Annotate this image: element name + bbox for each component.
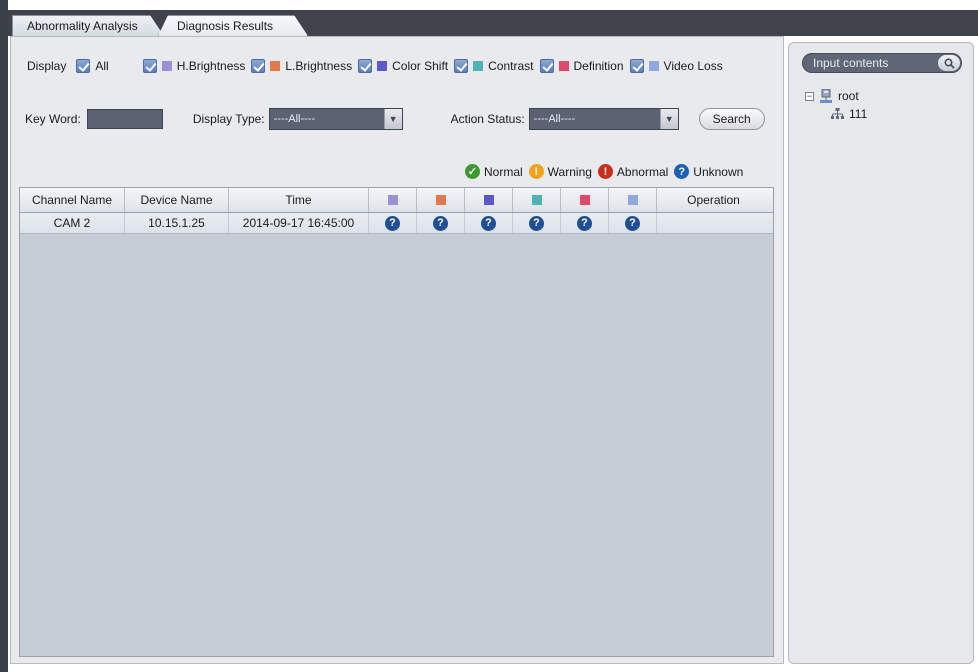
results-table: Channel Name Device Name Time Operation … (19, 187, 774, 657)
action-status-value: ----All---- (533, 113, 576, 125)
search-button[interactable]: Search (698, 108, 765, 130)
header-time[interactable]: Time (229, 188, 369, 212)
all-checkbox[interactable] (76, 59, 91, 73)
action-status-label: Action Status: (450, 112, 525, 126)
display-type-select[interactable]: ----All---- ▼ (268, 108, 403, 130)
contrast-swatch (473, 61, 484, 71)
cell-device-name: 10.15.1.25 (125, 213, 229, 233)
question-circle-icon: ? (577, 215, 592, 231)
question-circle-icon: ? (625, 215, 640, 231)
cell-color-shift: ? (465, 213, 513, 233)
question-circle-icon: ? (529, 215, 544, 231)
tree-node-root[interactable]: − root (805, 89, 859, 103)
check-circle-icon: ✓ (465, 164, 480, 179)
main-panel: Display All H.Brightness L.Brightness Co… (10, 36, 784, 664)
tree-search-input[interactable]: Input contents (802, 53, 962, 73)
cell-operation[interactable] (657, 213, 770, 233)
status-legend: ✓ Normal ! Warning ! Abnormal ? Unknown (465, 164, 743, 179)
action-status-select[interactable]: ----All---- ▼ (528, 108, 679, 130)
header-video-loss[interactable] (609, 188, 657, 212)
question-circle-icon: ? (385, 215, 400, 231)
abnormal-circle-icon: ! (597, 164, 613, 179)
h-brightness-checkbox[interactable] (142, 59, 157, 73)
window-left-border (0, 0, 8, 672)
l-brightness-swatch (270, 61, 281, 71)
cell-definition: ? (561, 213, 609, 233)
display-filter-row: Display All H.Brightness L.Brightness Co… (27, 59, 729, 73)
definition-swatch (558, 61, 569, 71)
color-shift-swatch (377, 61, 388, 71)
cell-time: 2014-09-17 16:45:00 (229, 213, 369, 233)
keyword-input[interactable] (86, 109, 163, 129)
collapse-icon[interactable]: − (805, 91, 814, 101)
l-brightness-label: L.Brightness (285, 59, 353, 73)
cell-h-brightness: ? (369, 213, 417, 233)
display-type-value: ----All---- (273, 113, 316, 125)
warning-circle-icon: ! (528, 164, 544, 179)
definition-swatch (579, 195, 590, 205)
contrast-checkbox[interactable] (454, 59, 469, 73)
header-operation[interactable]: Operation (657, 188, 770, 212)
window-top-strip (8, 0, 978, 10)
video-loss-swatch (648, 61, 659, 71)
search-row: Key Word: Display Type: ----All---- ▼ Ac… (25, 108, 765, 130)
tab-abnormality-analysis[interactable]: Abnormality Analysis (12, 15, 164, 36)
definition-checkbox[interactable] (539, 59, 554, 73)
header-contrast[interactable] (513, 188, 561, 212)
header-color-shift[interactable] (465, 188, 513, 212)
legend-unknown-label: Unknown (693, 164, 744, 179)
contrast-label: Contrast (488, 59, 534, 73)
tab-bar: Abnormality Analysis Diagnosis Results (8, 10, 978, 36)
question-circle-icon: ? (481, 215, 496, 231)
legend-abnormal-label: Abnormal (616, 164, 669, 179)
video-loss-swatch (627, 195, 638, 205)
video-loss-label: Video Loss (663, 59, 723, 73)
cell-l-brightness: ? (417, 213, 465, 233)
header-definition[interactable] (561, 188, 609, 212)
display-label: Display (27, 59, 67, 73)
tree-root-label: root (838, 89, 859, 103)
keyword-label: Key Word: (25, 112, 81, 126)
cell-contrast: ? (513, 213, 561, 233)
l-brightness-swatch (435, 195, 446, 205)
all-label: All (95, 59, 109, 73)
h-brightness-label: H.Brightness (176, 59, 246, 73)
color-shift-swatch (483, 195, 494, 205)
display-type-label: Display Type: (192, 112, 265, 126)
header-channel-name[interactable]: Channel Name (20, 188, 125, 212)
h-brightness-swatch (387, 195, 398, 205)
table-header: Channel Name Device Name Time Operation (20, 188, 773, 213)
tree-node-111[interactable]: 111 (831, 107, 867, 121)
table-row[interactable]: CAM 2 10.15.1.25 2014-09-17 16:45:00 ? ?… (20, 213, 773, 234)
cell-video-loss: ? (609, 213, 657, 233)
legend-warning-label: Warning (547, 164, 592, 179)
question-circle-icon: ? (433, 215, 448, 231)
chevron-down-icon[interactable]: ▼ (383, 109, 402, 129)
tree-search-placeholder: Input contents (813, 56, 889, 70)
chevron-down-icon[interactable]: ▼ (659, 109, 678, 129)
server-icon (820, 89, 832, 103)
question-circle-icon: ? (674, 164, 690, 179)
contrast-swatch (531, 195, 542, 205)
search-icon[interactable] (938, 55, 960, 71)
h-brightness-swatch (161, 61, 172, 71)
network-icon (831, 108, 844, 119)
definition-label: Definition (573, 59, 624, 73)
color-shift-checkbox[interactable] (358, 59, 373, 73)
device-tree-panel: Input contents − root 111 (788, 42, 974, 664)
tab-diagnosis-results[interactable]: Diagnosis Results (158, 15, 308, 36)
video-loss-checkbox[interactable] (629, 59, 644, 73)
cell-channel-name: CAM 2 (20, 213, 125, 233)
header-l-brightness[interactable] (417, 188, 465, 212)
legend-normal-label: Normal (484, 164, 523, 179)
color-shift-label: Color Shift (392, 59, 449, 73)
header-h-brightness[interactable] (369, 188, 417, 212)
tree-child-label: 111 (849, 107, 868, 121)
l-brightness-checkbox[interactable] (251, 59, 266, 73)
header-device-name[interactable]: Device Name (125, 188, 229, 212)
